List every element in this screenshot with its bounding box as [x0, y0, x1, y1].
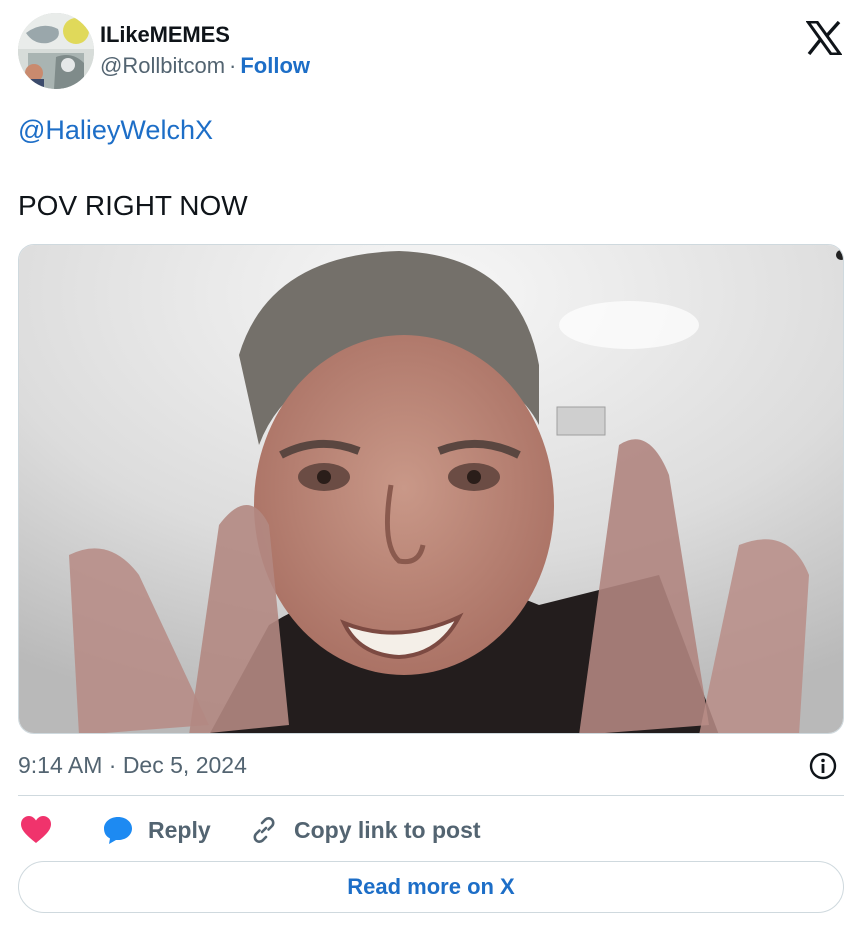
info-icon[interactable]	[808, 751, 838, 781]
x-logo-icon[interactable]	[806, 21, 842, 55]
follow-button[interactable]: Follow	[240, 53, 310, 78]
mention-link[interactable]: @HalieyWelchX	[18, 113, 213, 147]
heart-icon[interactable]	[18, 812, 54, 848]
reply-button[interactable]: Reply	[102, 812, 211, 848]
tweet-text: POV RIGHT NOW	[18, 190, 248, 221]
media-image	[19, 245, 843, 733]
read-more-button[interactable]: Read more on X	[18, 861, 844, 913]
copy-link-button[interactable]: Copy link to post	[248, 812, 481, 848]
tweet-actions: Reply Copy link to post	[18, 808, 844, 852]
tweet-timestamp[interactable]: 9:14 AM · Dec 5, 2024	[18, 750, 247, 780]
handle-line: @Rollbitcom · Follow	[100, 51, 310, 81]
divider	[18, 795, 844, 796]
avatar[interactable]	[18, 13, 94, 89]
display-name[interactable]: ILikeMEMES	[100, 21, 310, 49]
link-icon	[253, 817, 275, 843]
separator-dot: ·	[229, 53, 237, 78]
avatar-image	[18, 13, 94, 89]
user-handle[interactable]: @Rollbitcom	[100, 53, 225, 78]
tweet-media[interactable]	[18, 244, 844, 734]
user-info: ILikeMEMES @Rollbitcom · Follow	[100, 21, 310, 81]
speech-bubble-icon	[104, 817, 132, 844]
reply-label: Reply	[148, 816, 211, 843]
copy-link-label: Copy link to post	[294, 816, 481, 843]
tweet-header: ILikeMEMES @Rollbitcom · Follow	[18, 13, 848, 91]
